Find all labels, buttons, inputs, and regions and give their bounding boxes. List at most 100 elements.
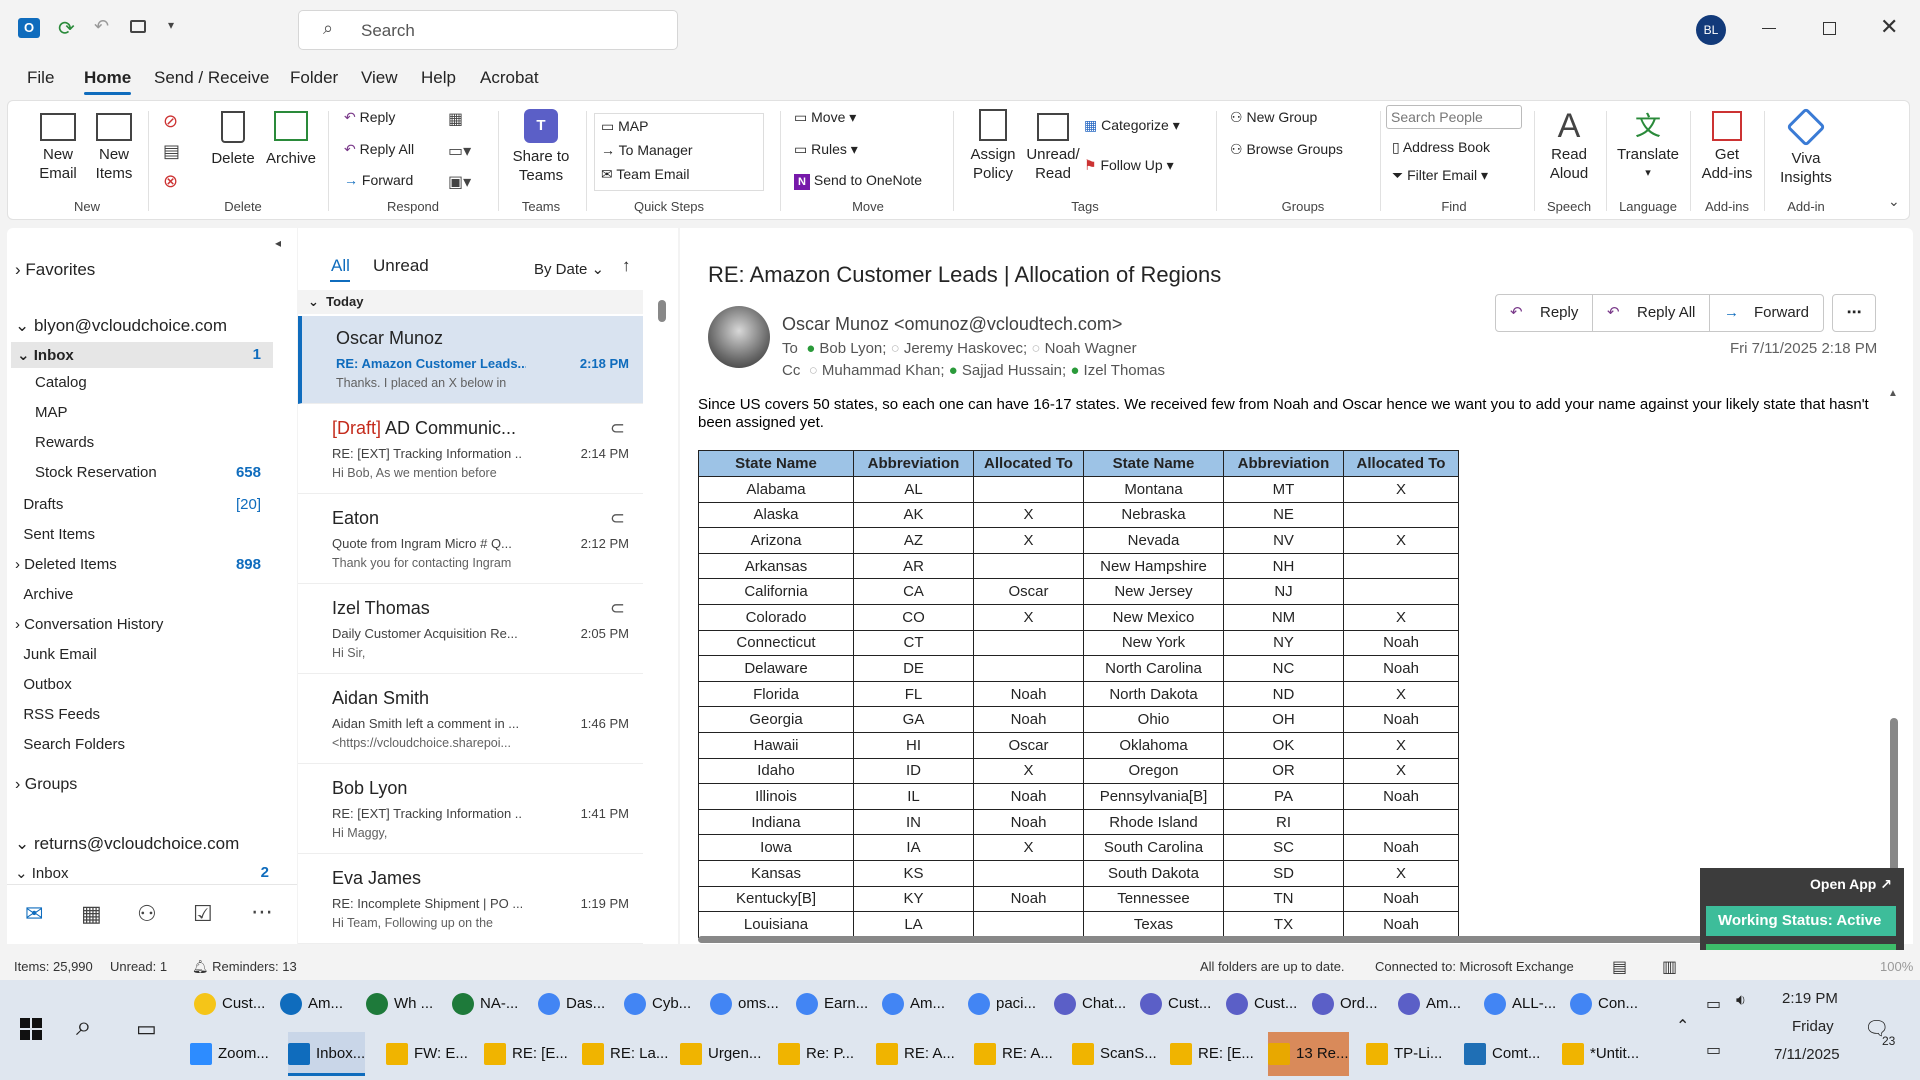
send-to-onenote-button[interactable]: N Send to OneNote [794, 172, 922, 190]
filter-unread-tab[interactable]: Unread [373, 256, 429, 276]
reply-button[interactable]: ↶ Reply [344, 109, 395, 126]
avatar[interactable]: BL [1696, 15, 1726, 45]
taskbar-window[interactable]: TP-Li... [1366, 1032, 1442, 1076]
open-app-button[interactable]: Open App ↗ [1810, 876, 1892, 893]
taskbar-window[interactable]: Comt... [1464, 1032, 1540, 1076]
clock-time[interactable]: 2:19 PM [1782, 990, 1838, 1007]
today-header[interactable]: ⌄ Today [298, 290, 643, 314]
forward-button[interactable]: → Forward [344, 172, 413, 188]
folder-item[interactable]: › Conversation History [15, 614, 273, 638]
quick-step-to-manager[interactable]: → To Manager [601, 142, 693, 158]
read-aloud-button[interactable]: A Read Aloud [1538, 107, 1600, 183]
account-header-1[interactable]: ⌄ blyon@vcloudchoice.com [15, 316, 227, 336]
taskbar-app[interactable]: Earn... [796, 982, 868, 1026]
collapse-ribbon-icon[interactable]: ⌄ [1888, 193, 1900, 210]
taskbar-window[interactable]: *Untit... [1562, 1032, 1639, 1076]
more-respond-icon[interactable]: ▣▾ [448, 172, 471, 192]
sort-by-date[interactable]: By Date ⌄ [534, 260, 604, 278]
filter-all-tab[interactable]: All [331, 256, 350, 276]
archive-button[interactable]: Archive [262, 107, 320, 168]
more-apps-icon[interactable]: ⋯ [251, 899, 273, 925]
taskbar-app[interactable]: Ord... [1312, 982, 1378, 1026]
share-to-teams-button[interactable]: T Share to Teams [506, 107, 576, 185]
more-actions-button[interactable]: ⋯ [1832, 294, 1876, 332]
volume-icon[interactable]: 🔉︎ [1736, 992, 1746, 1010]
windows-start-icon[interactable] [20, 1018, 42, 1040]
favorites-header[interactable]: › Favorites [15, 260, 95, 280]
list-scrollbar[interactable] [658, 292, 666, 942]
folder-item[interactable]: Drafts [20] [15, 494, 273, 518]
taskbar-window[interactable]: RE: A... [876, 1032, 955, 1076]
message-list-item[interactable]: Bob Lyon RE: [EXT] Tracking Information … [298, 766, 643, 854]
taskbar-window[interactable]: 13 Re... [1268, 1032, 1349, 1076]
task-view-icon[interactable]: ▭ [136, 1016, 157, 1042]
message-list-item[interactable]: Eaton Quote from Ingram Micro # Q... Tha… [298, 496, 643, 584]
message-list-item[interactable]: Oscar Munoz RE: Amazon Customer Leads...… [298, 316, 643, 404]
minimize-icon[interactable] [1762, 28, 1776, 29]
message-list-item[interactable]: [Draft] AD Communic... RE: [EXT] Trackin… [298, 406, 643, 494]
taskbar-window[interactable]: Re: P... [778, 1032, 854, 1076]
folder-item[interactable]: RSS Feeds [15, 704, 273, 728]
taskbar-window[interactable]: RE: [E... [1170, 1032, 1254, 1076]
quick-step-map[interactable]: ▭ MAP [601, 118, 648, 135]
taskbar-app[interactable]: ALL-... [1484, 982, 1556, 1026]
message-list-item[interactable]: Aidan Smith Aidan Smith left a comment i… [298, 676, 643, 764]
follow-up-button[interactable]: ⚑ Follow Up ▾ [1084, 157, 1174, 174]
tray-chevron-icon[interactable]: ⌃ [1676, 1016, 1689, 1036]
quick-step-team-email[interactable]: ✉ Team Email [601, 166, 690, 183]
message-list-item[interactable]: Izel Thomas Daily Customer Acquisition R… [298, 586, 643, 674]
forward-message-button[interactable]: → Forward [1709, 294, 1824, 332]
people-icon[interactable]: ⚇ [137, 901, 157, 927]
taskbar-app[interactable]: Cust... [1226, 982, 1297, 1026]
sender[interactable]: Oscar Munoz <omunoz@vcloudtech.com> [782, 314, 1122, 335]
inbox-item[interactable]: ⌄ Inbox 1 [11, 342, 273, 368]
taskbar-app[interactable]: Am... [882, 982, 945, 1026]
tasks-icon[interactable]: ☑ [193, 901, 213, 927]
tab-home[interactable]: Home [84, 68, 132, 95]
taskbar-app[interactable]: paci... [968, 982, 1036, 1026]
taskbar-window[interactable]: ScanS... [1072, 1032, 1157, 1076]
folder-item[interactable]: Junk Email [15, 644, 273, 668]
sort-direction-icon[interactable]: ↑ [622, 256, 631, 276]
search-box[interactable]: ⌕ Search [298, 10, 678, 50]
folder-item[interactable]: Rewards [35, 432, 273, 456]
reply-all-message-button[interactable]: ↶ Reply All [1592, 294, 1710, 332]
new-items-button[interactable]: New Items [84, 107, 144, 183]
junk-icon[interactable]: ⊗ [163, 171, 178, 192]
folder-item[interactable]: › Deleted Items 898 [15, 554, 273, 578]
inbox2-item[interactable]: ⌄ Inbox [15, 864, 68, 882]
im-reply-icon[interactable]: ▭▾ [448, 141, 471, 161]
tab-send-receive[interactable]: Send / Receive [154, 68, 269, 88]
unread-read-button[interactable]: Unread/ Read [1020, 107, 1086, 183]
taskbar-window[interactable]: Urgen... [680, 1032, 761, 1076]
folder-item[interactable]: Sent Items [15, 524, 273, 548]
delete-button[interactable]: Delete [208, 107, 258, 168]
search-taskbar-icon[interactable]: ⌕ [76, 1010, 92, 1043]
collapse-pane-icon[interactable]: ◂ [275, 236, 281, 250]
network-icon[interactable]: ▭ [1706, 1040, 1721, 1060]
normal-view-icon[interactable]: ▤ [1612, 957, 1627, 977]
new-email-button[interactable]: New Email [28, 107, 88, 183]
folder-item[interactable]: Search Folders [15, 734, 273, 758]
tab-folder[interactable]: Folder [290, 68, 338, 88]
filter-email-button[interactable]: ⏷ Filter Email ▾ [1392, 167, 1488, 184]
tab-acrobat[interactable]: Acrobat [480, 68, 539, 88]
mail-icon[interactable]: ✉ [25, 901, 43, 927]
undo-icon[interactable]: ↶ [94, 16, 109, 37]
taskbar-window[interactable]: FW: E... [386, 1032, 468, 1076]
taskbar-app[interactable]: oms... [710, 982, 779, 1026]
window-layout-icon[interactable] [130, 20, 146, 33]
taskbar-app[interactable]: Am... [280, 982, 343, 1026]
taskbar-window[interactable]: Zoom... [190, 1032, 269, 1076]
folder-item[interactable]: Outbox [15, 674, 273, 698]
folder-item[interactable]: MAP [35, 402, 273, 426]
taskbar-app[interactable]: NA-... [452, 982, 518, 1026]
taskbar-window[interactable]: RE: A... [974, 1032, 1053, 1076]
customize-toolbar-icon[interactable]: ▾ [168, 18, 174, 32]
rules-button[interactable]: ▭ Rules ▾ [794, 141, 858, 158]
translate-button[interactable]: 文 Translate ▾ [1610, 107, 1686, 183]
restore-icon[interactable] [1823, 22, 1836, 35]
reading-vscrollbar[interactable]: ▲ [1888, 388, 1900, 933]
reminders[interactable]: 🔔︎ Reminders: 13 [192, 959, 297, 975]
address-book-button[interactable]: ▯ Address Book [1392, 139, 1490, 156]
